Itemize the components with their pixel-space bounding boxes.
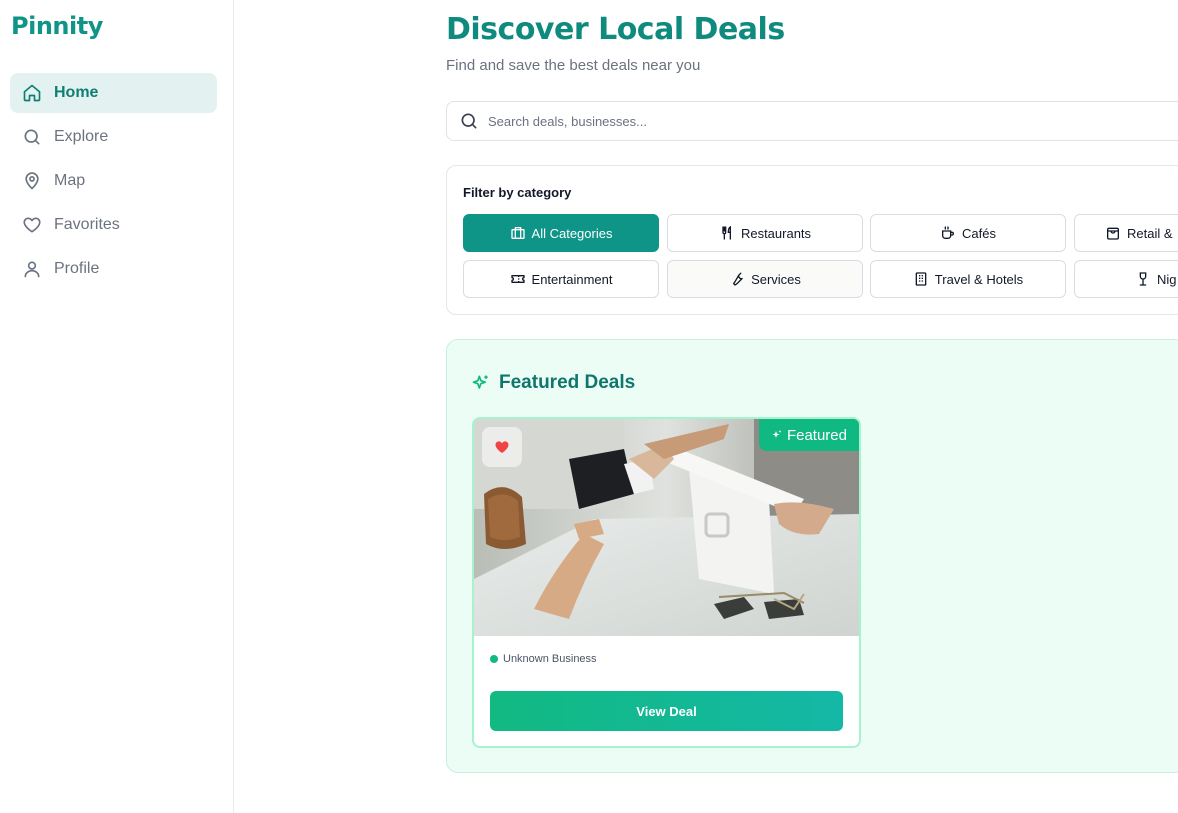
shopping-bag-icon: [1105, 225, 1121, 241]
deal-card[interactable]: Featured Unknown Business View Deal: [472, 417, 861, 748]
building-icon: [913, 271, 929, 287]
user-icon: [22, 259, 42, 279]
search-icon: [22, 127, 42, 147]
category-chip-label: Nig: [1157, 271, 1177, 287]
wrench-icon: [729, 271, 745, 287]
ticket-icon: [510, 271, 526, 287]
sparkles-icon: [471, 373, 491, 393]
search-icon: [459, 111, 479, 131]
main-content: Discover Local Deals Find and save the b…: [234, 0, 1178, 813]
sidebar-item-label: Map: [54, 172, 86, 189]
category-chip-label: Restaurants: [740, 225, 812, 241]
category-filter: Filter by category All Categories Restau…: [446, 165, 1178, 315]
sidebar-item-profile[interactable]: Profile: [10, 249, 217, 289]
filter-title: Filter by category: [463, 185, 572, 200]
home-icon: [22, 83, 42, 103]
category-chip-services[interactable]: Services: [667, 260, 863, 298]
category-chip-label: Retail &: [1127, 225, 1173, 241]
favorite-button[interactable]: [482, 427, 522, 467]
search-bar: [446, 101, 1178, 141]
utensils-icon: [719, 225, 735, 241]
map-pin-icon: [22, 171, 42, 191]
status-dot: [490, 655, 498, 663]
featured-title: Featured Deals: [499, 372, 636, 393]
category-chip-nightlife[interactable]: Nig: [1074, 260, 1178, 298]
view-deal-button[interactable]: View Deal: [490, 691, 843, 731]
business-info: Unknown Business: [490, 653, 597, 665]
category-chip-entertainment[interactable]: Entertainment: [463, 260, 659, 298]
brand-logo[interactable]: Pinnity: [11, 12, 103, 40]
app-root: Pinnity Home Explore Map Favorites Profi…: [0, 0, 1178, 813]
featured-badge-label: Featured: [786, 426, 847, 444]
category-chip-restaurants[interactable]: Restaurants: [667, 214, 863, 252]
sidebar-nav: Home Explore Map Favorites Profile: [10, 73, 217, 293]
heart-filled-icon: [495, 441, 509, 453]
search-input[interactable]: [488, 113, 1168, 129]
business-name: Unknown Business: [503, 653, 597, 665]
deal-image: [474, 419, 859, 636]
wine-glass-icon: [1135, 271, 1151, 287]
category-chip-label: Services: [751, 271, 801, 287]
store-icon: [510, 225, 526, 241]
category-chip-label: Entertainment: [531, 271, 613, 287]
category-chip-retail[interactable]: Retail &: [1074, 214, 1178, 252]
sidebar-item-home[interactable]: Home: [10, 73, 217, 113]
page-subtitle: Find and save the best deals near you: [446, 57, 701, 74]
sidebar-item-label: Profile: [54, 260, 100, 277]
page-title: Discover Local Deals: [446, 12, 785, 47]
sparkles-icon: [771, 429, 783, 441]
category-chip-cafes[interactable]: Cafés: [870, 214, 1066, 252]
featured-badge: Featured: [758, 419, 859, 451]
featured-deals-section: Featured Deals Featured Unknown Business…: [446, 339, 1178, 773]
sidebar-item-label: Home: [54, 84, 99, 101]
category-chip-label: All Categories: [531, 225, 613, 241]
category-chip-label: Travel & Hotels: [934, 271, 1024, 287]
coffee-icon: [940, 225, 956, 241]
sidebar-item-favorites[interactable]: Favorites: [10, 205, 217, 245]
sidebar-item-explore[interactable]: Explore: [10, 117, 217, 157]
heart-icon: [22, 215, 42, 235]
category-chip-travel[interactable]: Travel & Hotels: [870, 260, 1066, 298]
sidebar-item-map[interactable]: Map: [10, 161, 217, 201]
sidebar-item-label: Favorites: [54, 216, 120, 233]
category-chip-label: Cafés: [962, 225, 996, 241]
category-chip-all[interactable]: All Categories: [463, 214, 659, 252]
featured-heading: Featured Deals: [471, 372, 635, 394]
sidebar-item-label: Explore: [54, 128, 109, 145]
sidebar: Pinnity Home Explore Map Favorites Profi…: [0, 0, 234, 813]
